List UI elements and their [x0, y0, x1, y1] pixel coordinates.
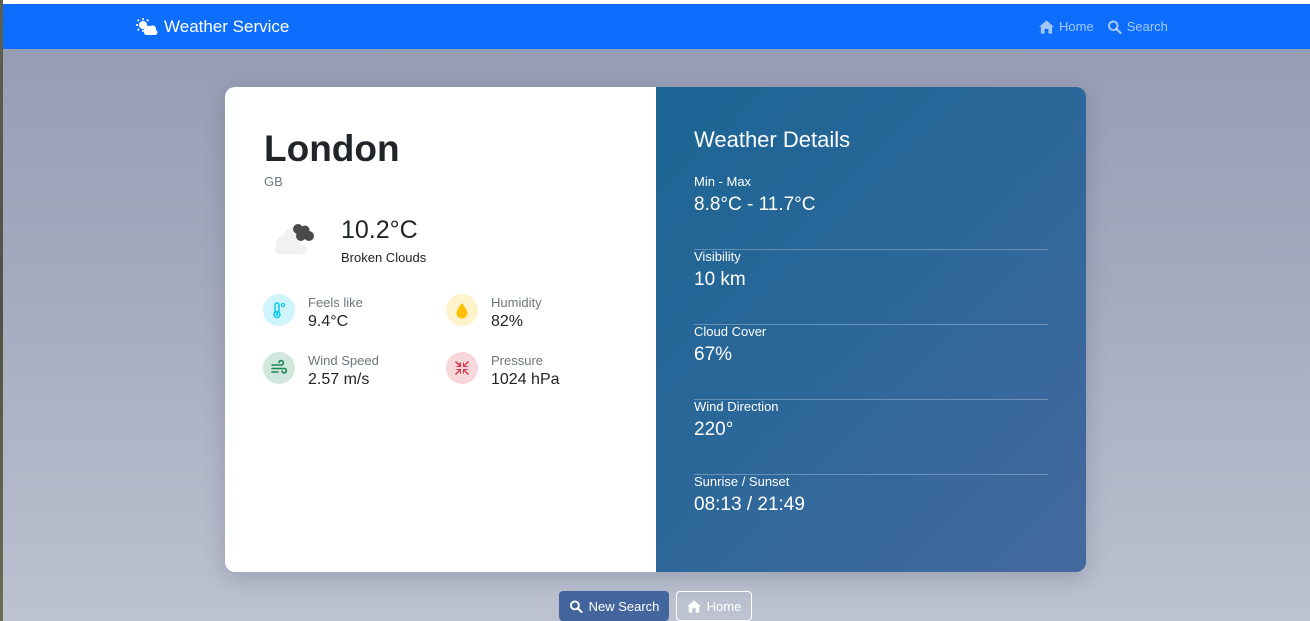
- feels-like-badge: [263, 294, 295, 326]
- search-icon: [1107, 20, 1122, 34]
- nav-home-label: Home: [1059, 19, 1094, 34]
- nav-search-link[interactable]: Search: [1107, 19, 1168, 34]
- weather-description: Broken Clouds: [341, 250, 427, 265]
- humidity-stat: Humidity 82%: [446, 294, 542, 331]
- details-title: Weather Details: [694, 127, 851, 152]
- humidity-label: Humidity: [491, 295, 542, 310]
- brand-text: Weather Service: [164, 16, 290, 36]
- city-name: London: [264, 128, 400, 169]
- sunrise-sunset-value: 08:13 / 21:49: [694, 494, 805, 515]
- home-icon: [1039, 19, 1054, 34]
- nav-search-label: Search: [1126, 19, 1168, 34]
- cloud-cover-value: 67%: [694, 344, 733, 365]
- thermometer-icon: [273, 302, 286, 319]
- wind-speed-badge: [263, 352, 295, 384]
- feels-like-value: 9.4°C: [308, 313, 349, 330]
- broken-clouds-icon: [275, 224, 314, 254]
- wind-direction-label: Wind Direction: [694, 399, 779, 414]
- sunrise-sunset-label: Sunrise / Sunset: [694, 474, 790, 489]
- min-max-detail: Min - Max 8.8°C - 11.7°C: [694, 174, 1048, 250]
- compress-icon: [455, 361, 469, 375]
- droplet-icon: [456, 303, 468, 319]
- pressure-stat: Pressure 1024 hPa: [446, 352, 560, 389]
- pressure-value: 1024 hPa: [491, 371, 560, 388]
- wind-direction-detail: Wind Direction 220°: [694, 399, 1048, 475]
- sunrise-sunset-detail: Sunrise / Sunset 08:13 / 21:49: [694, 474, 1048, 549]
- cloud-cover-label: Cloud Cover: [694, 324, 767, 339]
- pressure-label: Pressure: [491, 353, 544, 368]
- wind-speed-value: 2.57 m/s: [308, 371, 370, 388]
- visibility-value: 10 km: [694, 269, 746, 290]
- temperature: 10.2°C: [341, 216, 418, 244]
- home-button[interactable]: Home: [676, 591, 752, 621]
- wind-speed-stat: Wind Speed 2.57 m/s: [263, 352, 379, 389]
- visibility-detail: Visibility 10 km: [694, 249, 1048, 325]
- wind-icon: [271, 359, 288, 374]
- visibility-label: Visibility: [694, 249, 741, 264]
- wind-speed-label: Wind Speed: [308, 353, 379, 368]
- current-weather-panel: London GB 10.2°C Broken Clouds Feels lik…: [225, 87, 656, 572]
- new-search-label: New Search: [588, 598, 660, 614]
- min-max-label: Min - Max: [694, 174, 752, 189]
- pressure-badge: [446, 352, 478, 384]
- humidity-badge: [446, 294, 478, 326]
- nav-links: Home Search: [1039, 4, 1168, 49]
- weather-details-panel: Weather Details Min - Max 8.8°C - 11.7°C…: [656, 87, 1086, 572]
- cloud-cover-detail: Cloud Cover 67%: [694, 324, 1048, 400]
- new-search-button[interactable]: New Search: [559, 591, 669, 621]
- search-icon: [569, 599, 583, 613]
- country-code: GB: [264, 174, 283, 189]
- cloud-sun-icon: [136, 17, 158, 35]
- navbar: Weather Service Home Search: [3, 4, 1310, 49]
- window-left-edge: [0, 0, 3, 621]
- nav-home-link[interactable]: Home: [1039, 19, 1094, 34]
- weather-card: London GB 10.2°C Broken Clouds Feels lik…: [225, 87, 1086, 572]
- brand-link[interactable]: Weather Service: [136, 4, 289, 49]
- home-icon: [686, 599, 701, 613]
- wind-direction-value: 220°: [694, 419, 734, 440]
- feels-like-label: Feels like: [308, 295, 363, 310]
- home-button-label: Home: [706, 598, 742, 614]
- feels-like-stat: Feels like 9.4°C: [263, 294, 363, 331]
- min-max-value: 8.8°C - 11.7°C: [694, 194, 816, 215]
- humidity-value: 82%: [491, 313, 524, 330]
